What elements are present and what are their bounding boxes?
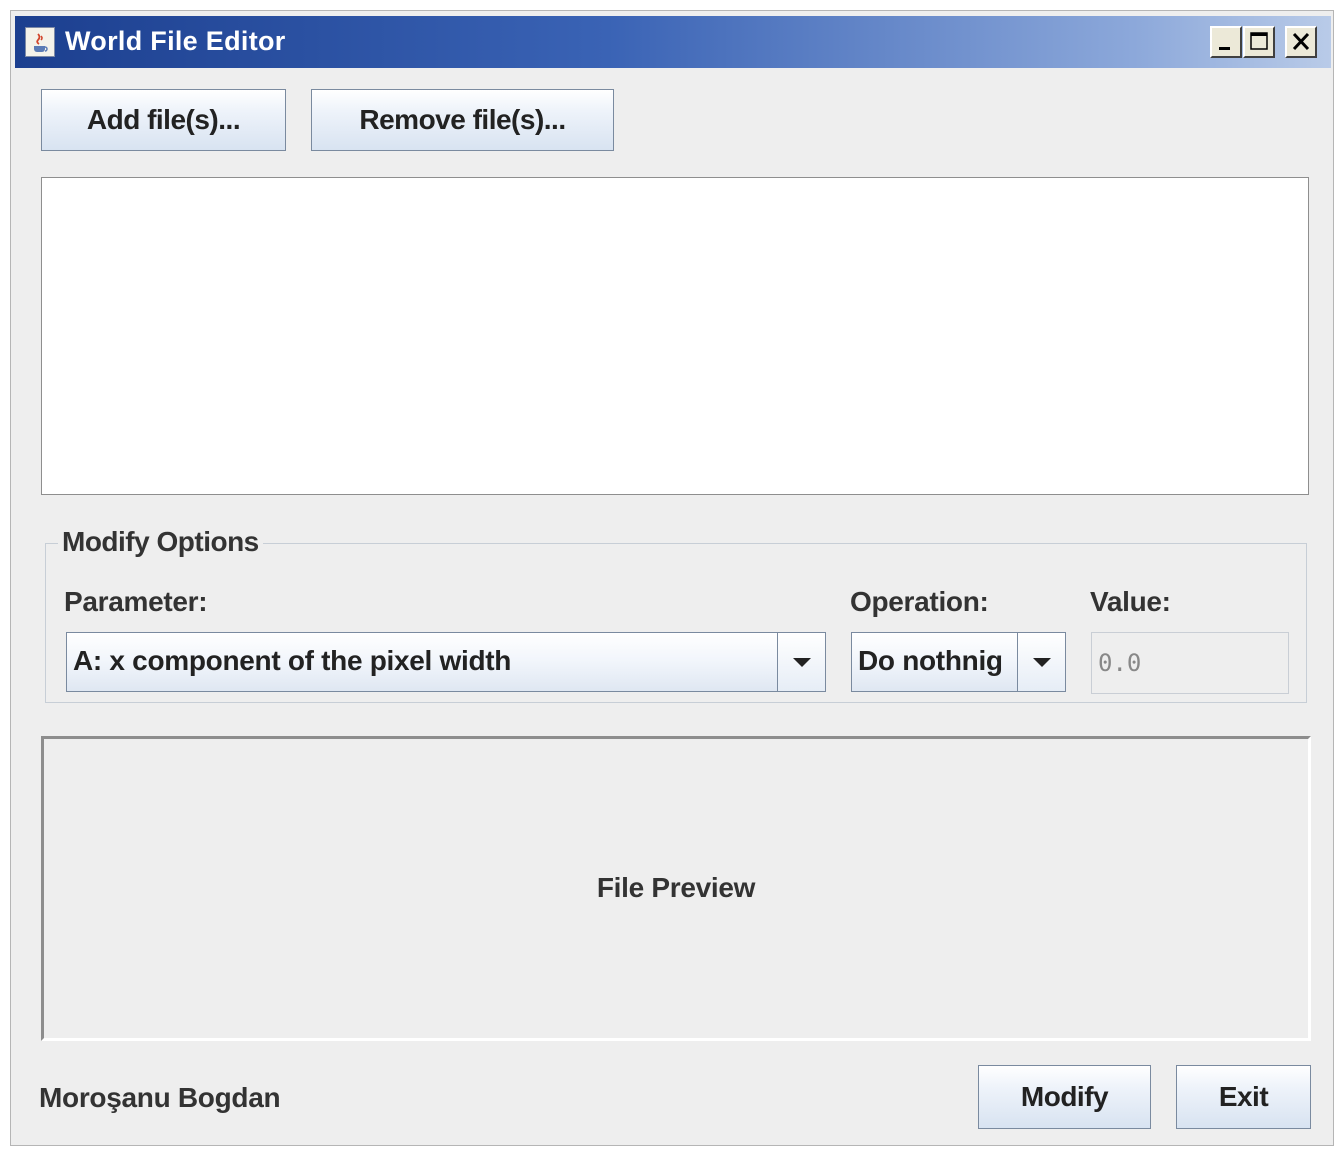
modify-options-legend: Modify Options [58,526,263,558]
author-label: Moroşanu Bogdan [39,1082,281,1113]
add-files-button[interactable]: Add file(s)... [41,89,286,151]
parameter-combobox[interactable]: A: x component of the pixel width [66,632,826,692]
close-icon [1292,32,1310,51]
file-preview-panel: File Preview [41,736,1311,1041]
chevron-down-icon [1032,658,1051,667]
parameter-label: Parameter: [64,586,208,617]
window-title: World File Editor [65,26,286,56]
world-file-editor-window: World File Editor Add file(s)... Remove … [10,10,1334,1146]
close-button[interactable] [1285,26,1317,58]
operation-dropdown-button[interactable] [1017,633,1065,691]
remove-files-button[interactable]: Remove file(s)... [311,89,614,151]
modify-options-panel: Modify Options Parameter: Operation: Val… [45,526,1307,703]
minimize-icon [1219,47,1230,50]
exit-button[interactable]: Exit [1176,1065,1311,1129]
operation-label: Operation: [850,586,989,617]
file-preview-label: File Preview [596,872,756,903]
parameter-dropdown-button[interactable] [777,633,825,691]
value-field[interactable]: 0.0 [1091,632,1289,694]
chevron-down-icon [792,658,811,667]
parameter-selected-value: A: x component of the pixel width [73,645,512,676]
file-list[interactable] [41,177,1309,495]
modify-button[interactable]: Modify [978,1065,1151,1129]
operation-selected-value: Do nothnig [858,645,1003,676]
maximize-button[interactable] [1243,26,1275,58]
java-cup-icon[interactable] [25,27,55,57]
maximize-icon [1250,32,1268,50]
title-bar[interactable]: World File Editor [15,16,1331,68]
minimize-button[interactable] [1210,26,1242,58]
operation-combobox[interactable]: Do nothnig [851,632,1066,692]
value-label: Value: [1090,586,1171,617]
